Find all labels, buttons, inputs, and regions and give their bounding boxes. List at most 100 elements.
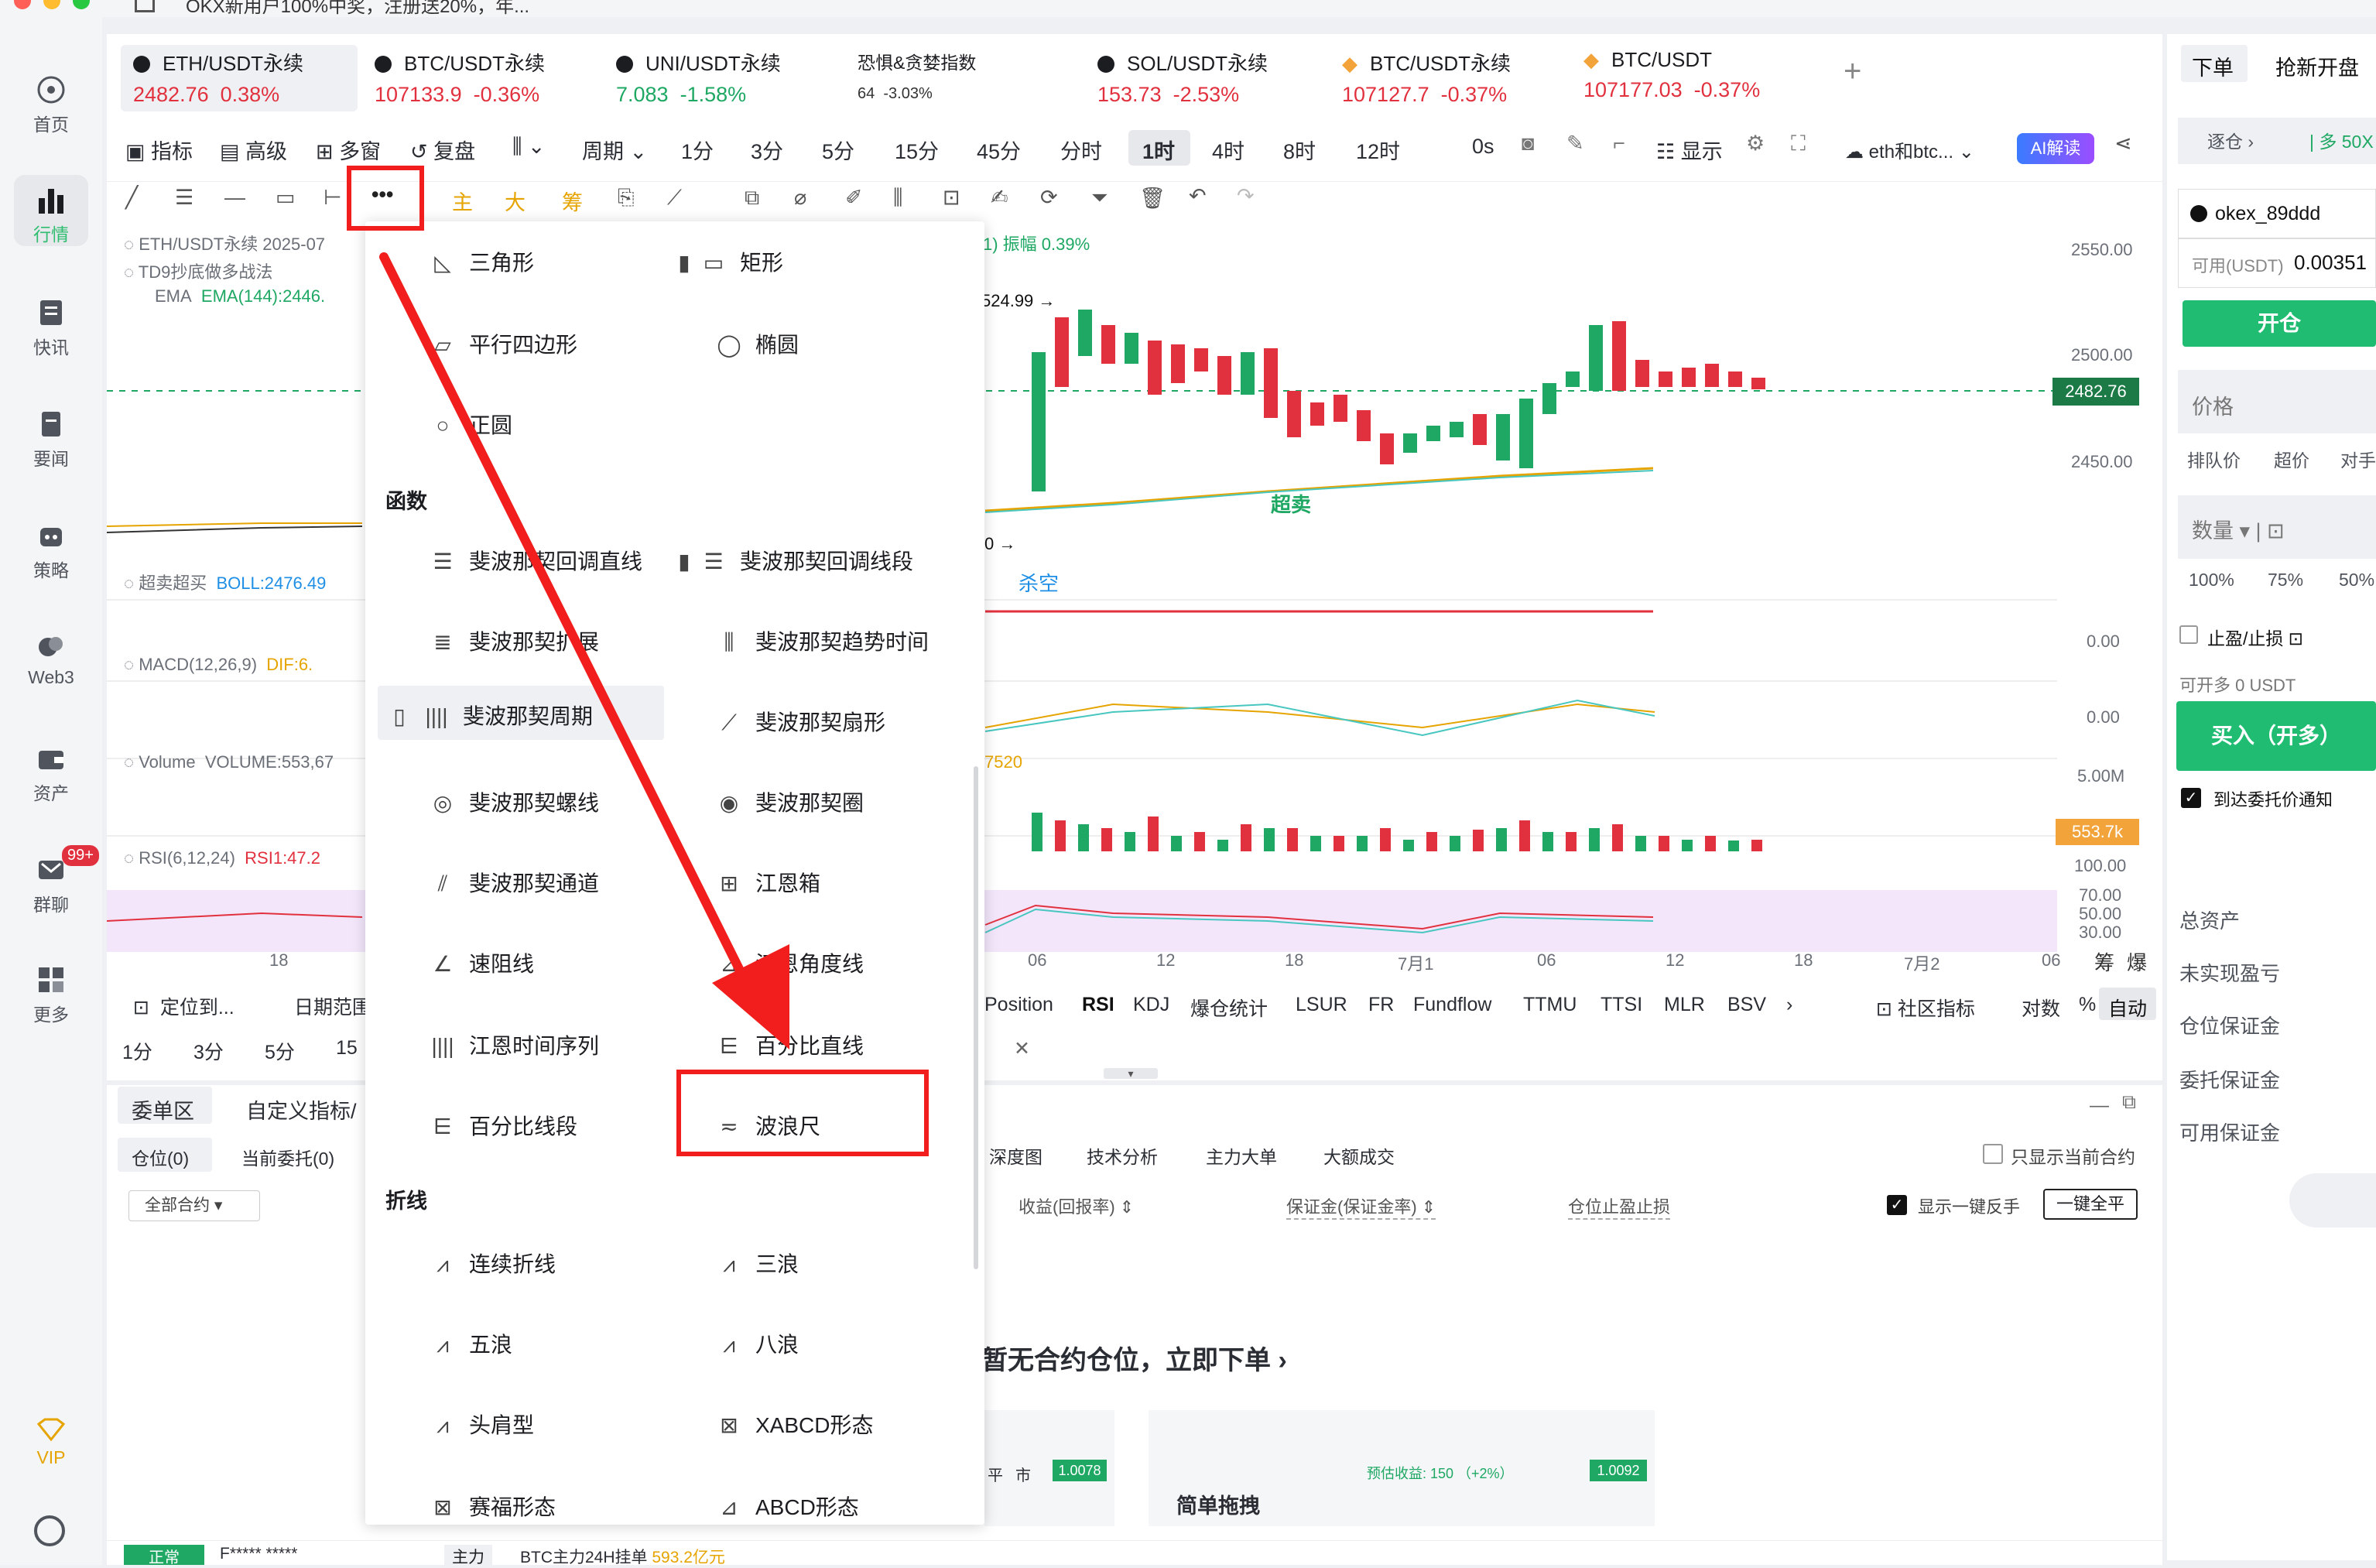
newlist-tab[interactable]: 抢新开盘 bbox=[2275, 51, 2359, 81]
sidebar-item-web3[interactable]: Web3 bbox=[0, 632, 102, 688]
period-dropdown[interactable]: 周期 ⌄ bbox=[582, 135, 647, 165]
display-button[interactable]: ☷ 显示 bbox=[1656, 135, 1723, 165]
buy-long-button[interactable]: 买入（开多） bbox=[2176, 701, 2376, 771]
ind-tab-ttmu[interactable]: TTMU bbox=[1523, 994, 1577, 1016]
sidebar-item-news[interactable]: 要闻 bbox=[0, 409, 102, 471]
tool-cypher[interactable]: ⊠ 赛福形态 bbox=[429, 1491, 556, 1522]
settings-icon[interactable] bbox=[34, 1515, 65, 1546]
lock-icon[interactable]: ⊡ bbox=[943, 186, 960, 210]
tool-eight-wave[interactable]: ⩘ 八浪 bbox=[715, 1328, 799, 1359]
percent-toggle[interactable]: % bbox=[2079, 994, 2096, 1016]
quick-tf-1m[interactable]: 1分 bbox=[122, 1037, 152, 1065]
candle-icon[interactable]: ⫼ bbox=[893, 186, 902, 211]
over-price[interactable]: 超价 bbox=[2274, 446, 2309, 472]
only-current-checkbox[interactable] bbox=[1983, 1144, 2003, 1164]
filter-icon[interactable]: ⏷ bbox=[1091, 186, 1108, 211]
chevron-right-icon[interactable]: › bbox=[1786, 994, 1792, 1016]
edit-tool-icon[interactable]: ⎘ bbox=[618, 186, 635, 211]
close-all-button[interactable]: 一键全平 bbox=[2043, 1189, 2138, 1220]
close-icon[interactable]: ✕ bbox=[1014, 1037, 1030, 1060]
magnet-icon[interactable]: ⌀ bbox=[794, 186, 806, 210]
open-button[interactable]: 开仓 bbox=[2183, 300, 2376, 347]
notify-checkbox[interactable]: ✓ bbox=[2181, 788, 2201, 808]
main-toggle[interactable]: 主 bbox=[452, 186, 473, 216]
multi-window-button[interactable]: ⊞ 多窗 bbox=[316, 135, 381, 165]
hline-tool-icon[interactable]: — bbox=[224, 186, 245, 210]
large-trade-tab[interactable]: 大额成交 bbox=[1323, 1142, 1395, 1169]
replay-button[interactable]: ↺ 复盘 bbox=[410, 135, 475, 165]
zoom-window-icon[interactable] bbox=[73, 0, 90, 9]
auto-toggle[interactable]: 自动 bbox=[2108, 994, 2147, 1022]
tool-three-wave[interactable]: ⩘ 三浪 bbox=[715, 1248, 799, 1279]
tf-timeline[interactable]: 分时 bbox=[1060, 135, 1102, 165]
community-indicator[interactable]: ⊡ 社区指标 bbox=[1876, 994, 1975, 1022]
tab-btc-perp-2[interactable]: ◆ BTC/USDT永续 107127.7 -0.37% bbox=[1342, 48, 1511, 111]
tab-sol-perp[interactable]: SOL/USDT永续 153.73 -2.53% bbox=[1097, 48, 1268, 111]
tab-btc-perp[interactable]: BTC/USDT永续 107133.9 -0.36% bbox=[375, 48, 545, 111]
subtab-positions[interactable]: 仓位(0) bbox=[132, 1144, 189, 1170]
layout-dropdown[interactable]: ☁ eth和btc... ⌄ bbox=[1845, 136, 1974, 163]
ind-tab-position[interactable]: Position bbox=[984, 994, 1053, 1016]
tab-btc-spot[interactable]: ◆ BTC/USDT 107177.03 -0.37% bbox=[1583, 48, 1760, 111]
sidebar-item-strategy[interactable]: 策略 bbox=[0, 520, 102, 582]
quick-tf-5m[interactable]: 5分 bbox=[265, 1037, 295, 1065]
subtab-orders[interactable]: 当前委托(0) bbox=[241, 1144, 334, 1170]
trash-icon[interactable]: 🗑 bbox=[1139, 186, 1166, 211]
brush-icon[interactable]: ⟳ bbox=[1040, 186, 1058, 210]
tool-polyline[interactable]: ⩘ 连续折线 bbox=[429, 1248, 556, 1279]
sidebar-item-flash[interactable]: 快讯 bbox=[0, 297, 102, 359]
ind-tab-liq[interactable]: 爆仓统计 bbox=[1190, 994, 1268, 1022]
copy-icon[interactable]: ⧉ bbox=[745, 186, 759, 211]
big-toggle[interactable]: 大 bbox=[505, 186, 526, 216]
expand-icon[interactable]: ⧉ bbox=[2122, 1091, 2136, 1114]
sidebar-item-assets[interactable]: 资产 bbox=[0, 743, 102, 805]
ind-tab-ttsi[interactable]: TTSI bbox=[1601, 994, 1642, 1016]
indicator-button[interactable]: ▣ 指标 bbox=[125, 135, 193, 165]
empty-position-cta[interactable]: 暂无合约仓位，立即下单 › bbox=[981, 1339, 1287, 1377]
menu-scrollbar[interactable] bbox=[974, 766, 978, 1269]
tf-5m[interactable]: 5分 bbox=[822, 135, 854, 165]
chip-toggle[interactable]: 筹 bbox=[562, 186, 583, 216]
chip-corner[interactable]: 筹 bbox=[2094, 947, 2114, 976]
sidebar-item-more[interactable]: 更多 bbox=[0, 964, 102, 1026]
ind-tab-mlr[interactable]: MLR bbox=[1664, 994, 1705, 1016]
minimize-window-icon[interactable] bbox=[43, 0, 60, 9]
tool-xabcd[interactable]: ⊠ XABCD形态 bbox=[715, 1409, 873, 1440]
liq-corner[interactable]: 爆 bbox=[2127, 947, 2147, 976]
advanced-button[interactable]: ▤ 高级 bbox=[220, 135, 287, 165]
add-tab-icon[interactable]: + bbox=[1844, 54, 1861, 89]
tf-4h[interactable]: 4时 bbox=[1212, 135, 1244, 165]
eraser-icon[interactable]: ✐ bbox=[845, 186, 863, 210]
gear-icon[interactable]: ⚙ bbox=[1746, 132, 1765, 156]
main-order-tab[interactable]: 主力大单 bbox=[1206, 1142, 1277, 1169]
sidebar-item-home[interactable]: 首页 bbox=[0, 74, 102, 136]
panel-toggle[interactable] bbox=[2289, 1173, 2376, 1227]
tool-head-shoulders[interactable]: ⩘ 头肩型 bbox=[429, 1409, 534, 1440]
redo-icon[interactable]: ↷ bbox=[1237, 184, 1255, 208]
ind-tab-kdj[interactable]: KDJ bbox=[1133, 994, 1169, 1016]
pct-75[interactable]: 75% bbox=[2268, 570, 2303, 591]
pct-100[interactable]: 100% bbox=[2189, 570, 2234, 591]
panel-tab-orders[interactable]: 委单区 bbox=[132, 1094, 194, 1125]
chart-type-button[interactable]: ⫼ ⌄ bbox=[512, 135, 546, 159]
margin-mode[interactable]: 逐仓 › bbox=[2207, 127, 2254, 153]
close-window-icon[interactable] bbox=[14, 0, 31, 9]
contract-filter-dropdown[interactable]: 全部合约 ▾ bbox=[128, 1190, 260, 1221]
tool-percent-seg[interactable]: ⋿ 百分比线段 bbox=[429, 1110, 577, 1141]
show-reverse-checkbox[interactable]: ✓ bbox=[1887, 1195, 1907, 1215]
tf-1m[interactable]: 1分 bbox=[681, 135, 714, 165]
tab-fear-greed[interactable]: 恐惧&贪婪指数 64 -3.03% bbox=[858, 48, 976, 111]
ind-tab-rsi[interactable]: RSI bbox=[1082, 994, 1114, 1016]
quick-tf-3m[interactable]: 3分 bbox=[193, 1037, 224, 1065]
tf-3m[interactable]: 3分 bbox=[751, 135, 783, 165]
panel-tab-custom[interactable]: 自定义指标/ bbox=[246, 1094, 357, 1125]
ray-tool-icon[interactable]: ⊢ bbox=[324, 186, 342, 210]
ai-button[interactable]: AI解读 bbox=[2017, 133, 2094, 164]
tf-8h[interactable]: 8时 bbox=[1283, 135, 1316, 165]
sidebar-item-market[interactable]: 行情 bbox=[0, 184, 102, 246]
share-icon[interactable]: ⋖ bbox=[2114, 132, 2132, 156]
collapse-handle[interactable]: ▾ bbox=[1104, 1068, 1158, 1079]
tab-eth-perp[interactable]: ETH/USDT永续 2482.76 0.38% bbox=[133, 48, 303, 111]
ind-tab-fundflow[interactable]: Fundflow bbox=[1413, 994, 1491, 1016]
rect-tool-icon[interactable]: ▭ bbox=[276, 186, 296, 210]
